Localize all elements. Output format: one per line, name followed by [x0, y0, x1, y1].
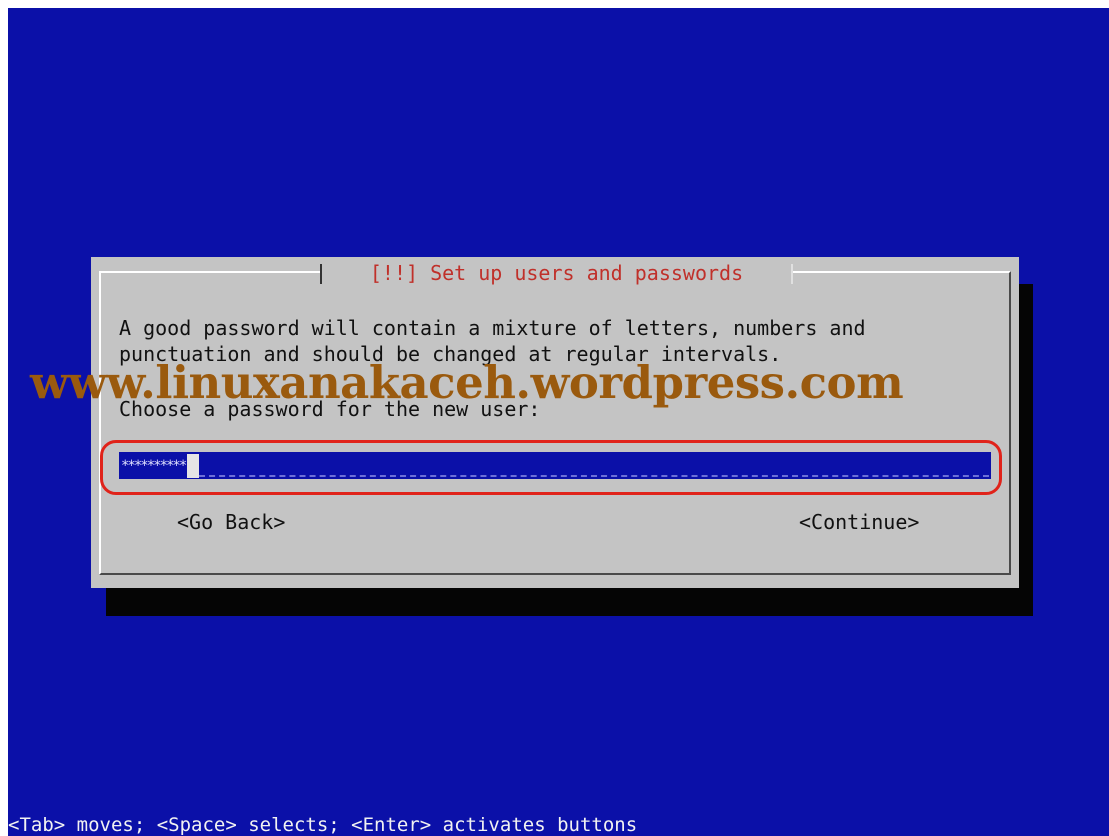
continue-button[interactable]: <Continue>	[799, 510, 919, 534]
dialog-title-text: [!!] Set up users and passwords	[369, 261, 744, 285]
keyboard-hint: <Tab> moves; <Space> selects; <Enter> ac…	[8, 814, 638, 836]
title-right-divider	[791, 264, 793, 284]
password-masked-value: **********	[121, 457, 187, 474]
input-underline	[199, 455, 989, 477]
go-back-button[interactable]: <Go Back>	[177, 510, 285, 534]
text-cursor	[187, 453, 200, 478]
dialog-text-line-1: A good password will contain a mixture o…	[119, 316, 866, 340]
title-left-divider	[320, 264, 322, 284]
password-input[interactable]: **********	[119, 452, 991, 479]
dialog-title: [!!] Set up users and passwords	[320, 258, 793, 288]
watermark-text: www.linuxanakaceh.wordpress.com	[30, 356, 904, 409]
users-passwords-dialog: [!!] Set up users and passwords	[91, 257, 1019, 588]
